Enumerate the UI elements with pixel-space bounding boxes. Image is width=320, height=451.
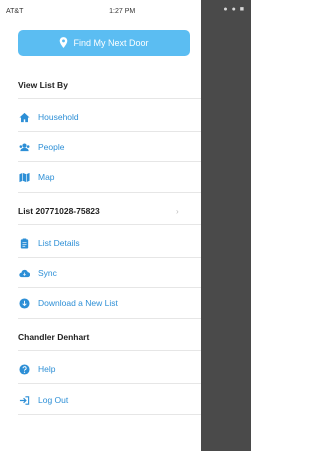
menu-item-label: Log Out	[38, 395, 69, 405]
clipboard-icon	[18, 237, 30, 249]
divider	[18, 131, 201, 132]
menu-item-sync[interactable]: Sync	[18, 265, 201, 281]
find-button-label: Find My Next Door	[73, 38, 149, 48]
divider	[18, 350, 201, 351]
menu-item-map[interactable]: Map	[18, 169, 201, 185]
carrier-label: AT&T	[6, 7, 24, 15]
divider	[18, 98, 201, 99]
menu-item-list-details[interactable]: List Details	[18, 235, 201, 251]
logout-icon	[18, 394, 30, 406]
menu-item-people[interactable]: People	[18, 139, 201, 155]
status-right-indicators: ● ● ■	[223, 6, 245, 13]
download-icon	[18, 297, 30, 309]
help-icon	[18, 363, 30, 375]
house-icon	[18, 111, 30, 123]
menu-item-label: Household	[38, 112, 79, 122]
divider	[18, 257, 201, 258]
menu-item-label: Download a New List	[38, 298, 118, 308]
map-icon	[18, 171, 30, 183]
divider	[18, 383, 201, 384]
menu-item-label: List Details	[38, 238, 80, 248]
divider	[18, 224, 201, 225]
status-bar: AT&T 1:27 PM	[0, 0, 201, 22]
menu-item-help[interactable]: Help	[18, 361, 201, 377]
divider	[18, 161, 201, 162]
divider	[18, 414, 201, 415]
status-time: 1:27 PM	[109, 7, 136, 15]
find-next-door-button[interactable]: Find My Next Door	[18, 30, 190, 56]
menu-item-household[interactable]: Household	[18, 109, 201, 125]
location-pin-icon	[59, 36, 68, 50]
view-list-by-heading: View List By	[18, 80, 68, 90]
cloud-sync-icon	[18, 267, 30, 279]
dimmed-backdrop[interactable]: ● ● ■	[201, 0, 251, 451]
menu-item-label: Map	[38, 172, 55, 182]
navigation-drawer: AT&T 1:27 PM Find My Next Door View List…	[0, 0, 201, 451]
menu-item-download-new-list[interactable]: Download a New List	[18, 295, 201, 311]
menu-item-log-out[interactable]: Log Out	[18, 392, 201, 408]
divider	[18, 318, 201, 319]
list-heading: List 20771028-75823	[18, 206, 100, 216]
app-screen: ● ● ■ AT&T 1:27 PM Find My Next Door Vie…	[0, 0, 251, 451]
menu-item-label: Help	[38, 364, 56, 374]
chevron-right-icon: ›	[176, 207, 179, 216]
divider	[18, 287, 201, 288]
people-icon	[18, 141, 30, 153]
user-name-heading: Chandler Denhart	[18, 332, 90, 342]
menu-item-label: People	[38, 142, 65, 152]
menu-item-label: Sync	[38, 268, 57, 278]
divider	[18, 192, 201, 193]
